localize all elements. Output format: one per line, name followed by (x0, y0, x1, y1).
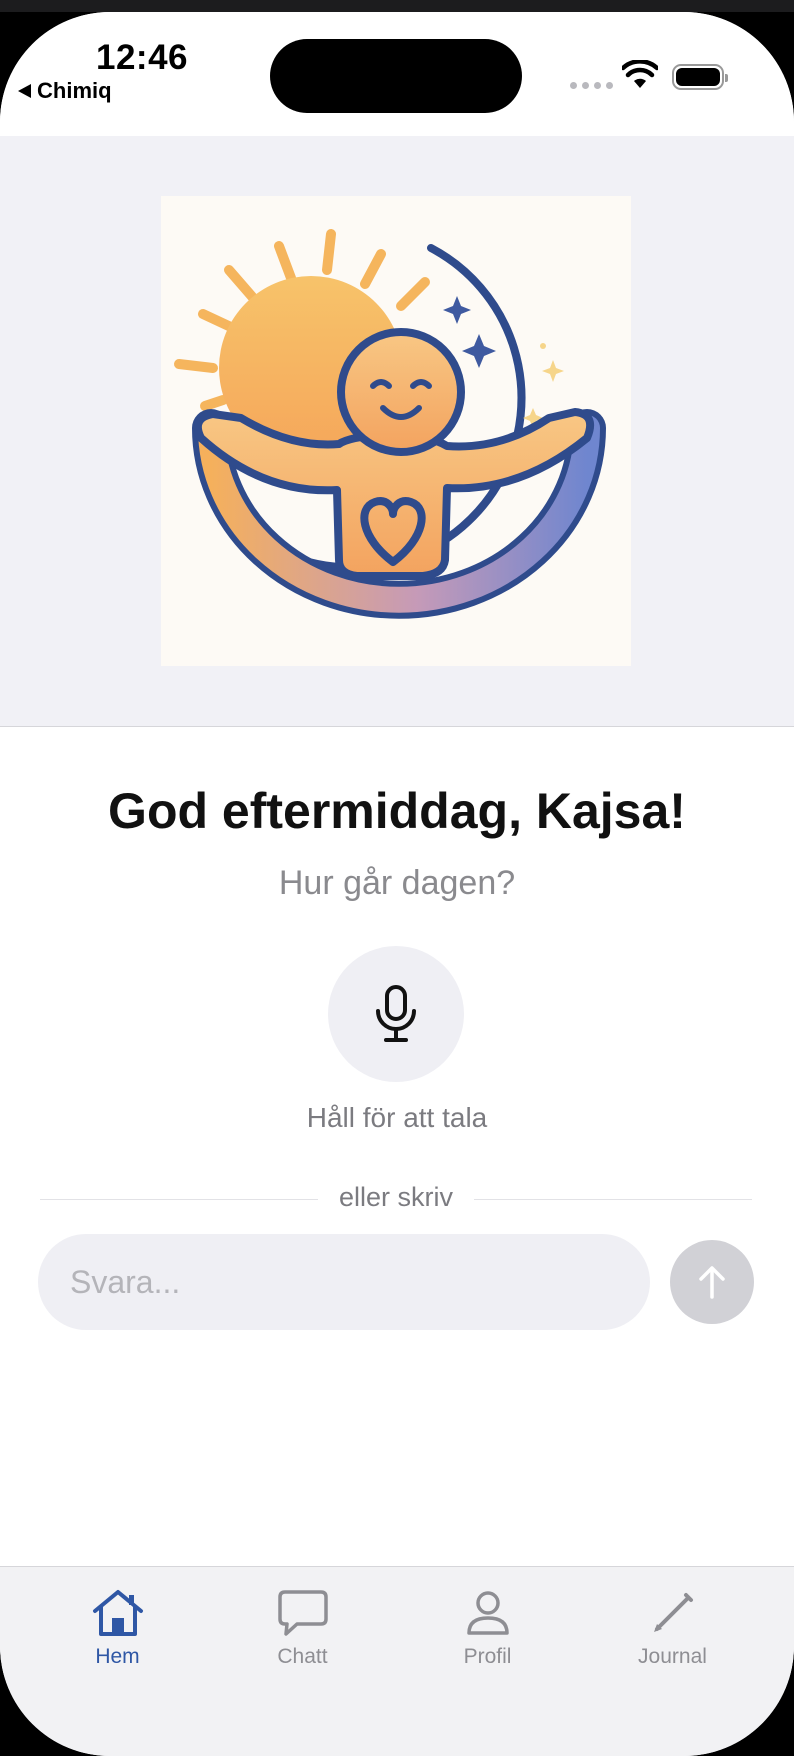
status-time: 12:46 (96, 38, 189, 77)
hold-to-talk-button[interactable] (328, 946, 464, 1082)
dynamic-island (270, 39, 522, 113)
tab-profil[interactable]: Profil (395, 1567, 580, 1687)
hero-banner (0, 136, 794, 727)
greeting-subtitle: Hur går dagen? (278, 864, 516, 902)
microphone-icon (376, 985, 416, 1042)
cellular-signal-icon (570, 82, 613, 89)
status-bar: 12:46 Chimiq (0, 12, 794, 136)
tab-hem[interactable]: Hem (25, 1567, 210, 1687)
back-arrow-icon (18, 84, 31, 98)
arrow-up-icon (699, 1266, 725, 1299)
app-screen: 12:46 Chimiq God eftermiddag, Kajsa! Hur… (0, 12, 794, 1756)
device-top-edge (0, 0, 794, 12)
app-logo (161, 196, 631, 666)
battery-icon (672, 64, 728, 90)
tab-journal[interactable]: Journal (580, 1567, 765, 1687)
or-write-divider: eller skriv (40, 1182, 752, 1218)
wifi-icon (622, 60, 658, 88)
sun-moon-hug-logo-icon (174, 229, 606, 619)
chat-bubble-icon (277, 1590, 328, 1636)
tab-label: Profil (463, 1645, 512, 1668)
home-icon (92, 1590, 143, 1636)
send-button[interactable] (670, 1240, 754, 1324)
reply-input[interactable] (38, 1234, 630, 1330)
back-app-label: Chimiq (37, 78, 112, 103)
tab-label: Chatt (277, 1645, 328, 1668)
hold-to-talk-label: Håll för att tala (306, 1102, 488, 1133)
tab-chatt[interactable]: Chatt (210, 1567, 395, 1687)
tab-label: Journal (638, 1645, 707, 1668)
back-to-app-link[interactable]: Chimiq (18, 78, 112, 104)
greeting-title: God eftermiddag, Kajsa! (108, 783, 686, 839)
tab-label: Hem (95, 1645, 140, 1668)
person-icon (466, 1591, 509, 1635)
tab-bar: Hem Chatt Profil Journal (0, 1566, 794, 1756)
reply-input-container (38, 1234, 650, 1330)
pencil-icon (653, 1593, 693, 1632)
divider-label: eller skriv (338, 1182, 453, 1212)
